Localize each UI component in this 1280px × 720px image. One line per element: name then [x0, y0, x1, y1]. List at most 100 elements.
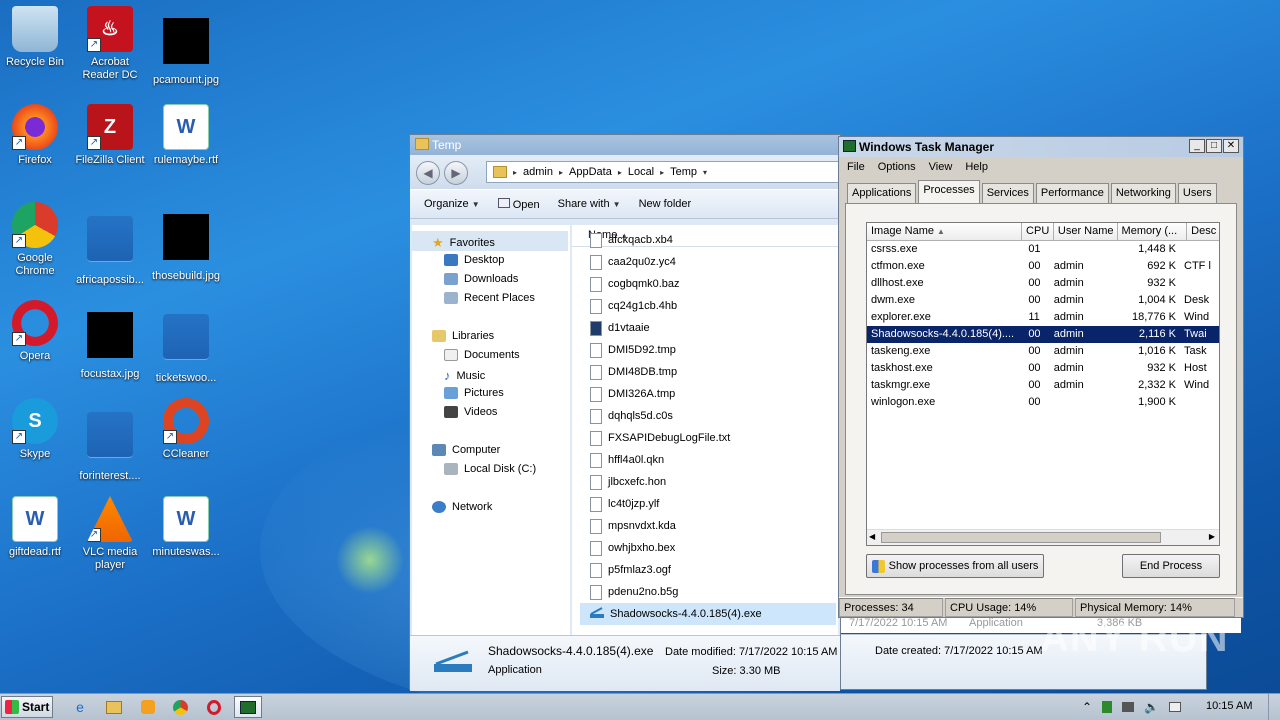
file-row[interactable]: DMI5D92.tmp [590, 339, 836, 361]
file-row[interactable]: mpsnvdxt.kda [590, 515, 836, 537]
chrome-taskbar-icon[interactable] [166, 696, 194, 718]
ie-taskbar-icon[interactable]: e [66, 696, 94, 718]
media-player-taskbar-icon[interactable] [134, 696, 162, 718]
desktop-icon-pcamount-jpg[interactable]: pcamount.jpg [149, 6, 223, 87]
nav-music[interactable]: ♪ Music [444, 368, 485, 383]
process-row[interactable]: csrss.exe 01 1,448 K [867, 241, 1219, 258]
process-row[interactable]: dllhost.exe 00 admin 932 K [867, 275, 1219, 292]
breadcrumb-local[interactable]: Local [628, 166, 654, 178]
explorer-titlebar[interactable]: Temp [410, 135, 840, 155]
desktop-icon-skype[interactable]: S ↗ Skype [0, 398, 72, 461]
explorer-taskbar-icon[interactable] [100, 696, 128, 718]
file-row[interactable]: jlbcxefc.hon [590, 471, 836, 493]
breadcrumb-appdata[interactable]: AppData [569, 166, 612, 178]
col-description[interactable]: Desc [1187, 223, 1219, 240]
nav-libraries[interactable]: Libraries [432, 330, 494, 342]
horizontal-scrollbar[interactable]: ◀ ▶ [867, 529, 1219, 545]
volume-icon[interactable]: 🔈 [1144, 700, 1159, 714]
maximize-button[interactable]: □ [1206, 139, 1222, 153]
breadcrumb-temp[interactable]: Temp [670, 166, 697, 178]
share-with-button[interactable]: Share with ▼ [558, 198, 621, 210]
file-row[interactable]: d1vtaaie [590, 317, 836, 339]
file-row[interactable]: FXSAPIDebugLogFile.txt [590, 427, 836, 449]
file-row[interactable]: dqhqls5d.c0s [590, 405, 836, 427]
file-row[interactable]: afckqacb.xb4 [590, 229, 836, 251]
col-image-name[interactable]: Image Name ▲ [867, 223, 1023, 240]
process-row[interactable]: winlogon.exe 00 1,900 K [867, 394, 1219, 411]
file-row[interactable]: lc4t0jzp.ylf [590, 493, 836, 515]
process-table[interactable]: Image Name ▲ CPU User Name Memory (... D… [866, 222, 1220, 546]
process-row[interactable]: dwm.exe 00 admin 1,004 K Desk [867, 292, 1219, 309]
chevron-down-icon[interactable]: ▾ [703, 168, 707, 177]
action-center-icon[interactable] [1102, 701, 1113, 713]
menu-help[interactable]: Help [965, 161, 988, 173]
file-row[interactable]: pdenu2no.b5g [590, 581, 836, 603]
show-desktop-button[interactable] [1268, 694, 1280, 720]
opera-taskbar-icon[interactable] [200, 696, 228, 718]
end-process-button[interactable]: End Process [1122, 554, 1220, 578]
desktop-icon-giftdead-rtf[interactable]: Wgiftdead.rtf [0, 496, 72, 559]
desktop-icon-focustax-jpg[interactable]: focustax.jpg [73, 300, 147, 381]
menu-file[interactable]: File [847, 161, 865, 173]
desktop-icon-google-chrome[interactable]: ↗ Google Chrome [0, 202, 72, 278]
file-row[interactable]: caa2qu0z.yc4 [590, 251, 836, 273]
forward-button[interactable]: ▶ [444, 161, 468, 185]
tab-applications[interactable]: Applications [847, 183, 917, 203]
organize-button[interactable]: Organize ▼ [424, 198, 480, 210]
desktop-icon-ccleaner[interactable]: ↗ CCleaner [149, 398, 223, 461]
menu-view[interactable]: View [929, 161, 953, 173]
scrollbar-thumb[interactable] [881, 532, 1161, 543]
col-memory[interactable]: Memory (... [1118, 223, 1188, 240]
col-cpu[interactable]: CPU [1022, 223, 1054, 240]
desktop-icon-ticketswoo[interactable]: ticketswoo... [149, 300, 223, 385]
file-row[interactable]: cogbqmk0.baz [590, 273, 836, 295]
desktop-icon-forinterest[interactable]: forinterest.... [73, 398, 147, 483]
desktop-icon-rulemaybe-rtf[interactable]: Wrulemaybe.rtf [149, 104, 223, 167]
task-manager-taskbar-button[interactable] [234, 696, 262, 718]
file-row[interactable]: hffl4a0l.qkn [590, 449, 836, 471]
tab-processes[interactable]: Processes [918, 180, 980, 203]
desktop-icon-recycle-bin[interactable]: Recycle Bin [0, 6, 72, 69]
close-button[interactable]: ✕ [1223, 139, 1239, 153]
tab-performance[interactable]: Performance [1035, 183, 1109, 203]
desktop-icon-vlc-media-player[interactable]: ↗ VLC media player [73, 496, 147, 572]
nav-network[interactable]: Network [432, 501, 492, 513]
show-all-processes-button[interactable]: Show processes from all users [866, 554, 1044, 578]
address-bar[interactable]: ▸ admin ▸ AppData ▸ Local ▸ Temp ▾ [486, 161, 844, 183]
file-row[interactable]: DMI326A.tmp [590, 383, 836, 405]
file-row[interactable]: p5fmlaz3.ogf [590, 559, 836, 581]
nav-computer[interactable]: Computer [432, 444, 500, 456]
file-row[interactable]: owhjbxho.bex [590, 537, 836, 559]
desktop-icon-africapossib[interactable]: africapossib... [73, 202, 147, 287]
chevron-right-icon[interactable]: ▸ [618, 168, 622, 177]
new-folder-button[interactable]: New folder [639, 198, 692, 210]
scroll-right-icon[interactable]: ▶ [1209, 532, 1215, 541]
nav-videos[interactable]: Videos [444, 406, 497, 418]
desktop-icon-acrobat-reader-dc[interactable]: ♨ ↗ Acrobat Reader DC [73, 6, 147, 82]
desktop-icon-minuteswas[interactable]: Wminuteswas... [149, 496, 223, 559]
nav-local-disk[interactable]: Local Disk (C:) [444, 463, 536, 475]
tab-networking[interactable]: Networking [1110, 183, 1176, 203]
menu-options[interactable]: Options [878, 161, 916, 173]
nav-pictures[interactable]: Pictures [444, 387, 504, 399]
file-row-selected[interactable]: Shadowsocks-4.4.0.185(4).exe [580, 603, 836, 625]
nav-recent[interactable]: Recent Places [444, 292, 535, 304]
process-row[interactable]: taskeng.exe 00 admin 1,016 K Task [867, 343, 1219, 360]
chevron-right-icon[interactable]: ▸ [660, 168, 664, 177]
process-row-selected[interactable]: Shadowsocks-4.4.0.185(4).... 00 admin 2,116… [867, 326, 1219, 343]
file-row[interactable]: cq24g1cb.4hb [590, 295, 836, 317]
tab-services[interactable]: Services [981, 183, 1034, 203]
breadcrumb-admin[interactable]: admin [523, 166, 553, 178]
nav-documents[interactable]: Documents [444, 349, 520, 361]
nav-desktop[interactable]: Desktop [444, 254, 504, 266]
process-row[interactable]: ctfmon.exe 00 admin 692 K CTF l [867, 258, 1219, 275]
power-icon[interactable] [1169, 702, 1182, 712]
open-button[interactable]: Open [497, 197, 540, 211]
file-row[interactable]: DMI48DB.tmp [590, 361, 836, 383]
desktop-icon-firefox[interactable]: ↗ Firefox [0, 104, 72, 167]
desktop-icon-thosebuild-jpg[interactable]: thosebuild.jpg [149, 202, 223, 283]
clock[interactable]: 10:15 AM [1206, 700, 1252, 712]
process-row[interactable]: explorer.exe 11 admin 18,776 K Wind [867, 309, 1219, 326]
nav-downloads[interactable]: Downloads [444, 273, 518, 285]
show-hidden-icons-icon[interactable]: ⌃ [1082, 700, 1092, 714]
